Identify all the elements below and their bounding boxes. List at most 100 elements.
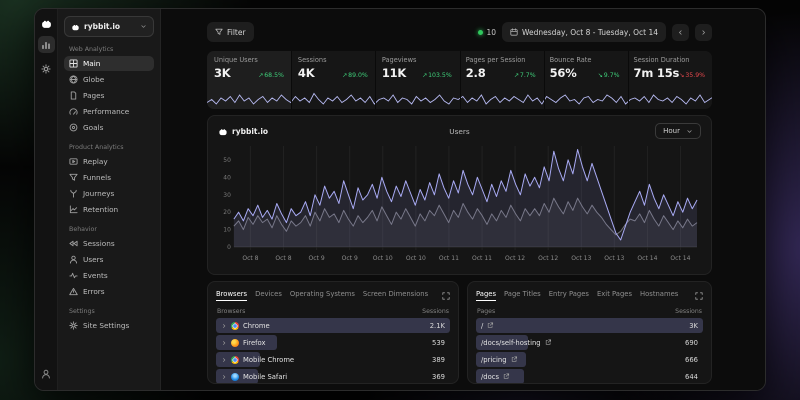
row-value: 3K — [689, 322, 698, 330]
sidebar-item-goals[interactable]: Goals — [64, 120, 154, 135]
tab-pages[interactable]: Pages — [476, 290, 496, 301]
table-row[interactable]: /docs644 — [476, 369, 703, 384]
funnel-icon — [69, 173, 78, 182]
live-count: 10 — [486, 28, 496, 37]
table-row[interactable]: / 3K — [476, 318, 703, 333]
grid-icon — [69, 59, 78, 68]
rail-item-settings[interactable] — [38, 60, 55, 77]
sidebar-item-journeys[interactable]: Journeys — [64, 186, 154, 201]
chevron-right-icon — [700, 29, 707, 36]
row-label: Mobile Chrome — [243, 356, 294, 364]
sidebar-item-label: Pages — [83, 91, 104, 100]
tab-entry-pages[interactable]: Entry Pages — [549, 290, 589, 301]
stat-delta: ↘35.9% — [679, 72, 705, 79]
svg-text:20: 20 — [223, 209, 231, 216]
site-selector[interactable]: rybbit.io — [64, 16, 154, 37]
table-row[interactable]: Firefox539 — [216, 335, 450, 350]
tab-screen-dimensions[interactable]: Screen Dimensions — [363, 290, 428, 301]
sidebar-item-label: Site Settings — [83, 321, 129, 330]
sidebar-item-main[interactable]: Main — [64, 56, 154, 71]
sidebar-item-performance[interactable]: Performance — [64, 104, 154, 119]
stat-label: Session Duration — [634, 56, 705, 64]
user-icon — [41, 369, 51, 379]
sidebar-item-events[interactable]: Events — [64, 268, 154, 283]
sidebar-item-pages[interactable]: Pages — [64, 88, 154, 103]
external-link-icon[interactable] — [503, 373, 510, 380]
stat-divider — [628, 51, 629, 109]
stat-card-pages-per-session[interactable]: Pages per Session2.8↗7.7% — [459, 51, 543, 109]
chevron-right-icon — [221, 323, 227, 329]
pulse-icon — [69, 271, 78, 280]
previous-period-button[interactable] — [672, 24, 689, 41]
chart-metric-title: Users — [218, 127, 701, 136]
tab-browsers[interactable]: Browsers — [216, 290, 247, 301]
stat-card-sessions[interactable]: Sessions4K↗89.0% — [291, 51, 375, 109]
rybbit-logo-icon — [40, 18, 53, 29]
interval-select[interactable]: Hour — [655, 123, 701, 139]
row-label: Chrome — [243, 322, 270, 330]
stat-delta: ↗68.5% — [258, 72, 284, 79]
sidebar-item-site-settings[interactable]: Site Settings — [64, 318, 154, 333]
expand-icon[interactable] — [442, 292, 450, 300]
sidebar-item-funnels[interactable]: Funnels — [64, 170, 154, 185]
sidebar-item-sessions[interactable]: Sessions — [64, 236, 154, 251]
table-row[interactable]: /pricing666 — [476, 352, 703, 367]
table-row[interactable]: /docs/self-hosting690 — [476, 335, 703, 350]
external-link-icon[interactable] — [511, 356, 518, 363]
table-rows: / 3K/docs/self-hosting690/pricing666/docs… — [476, 318, 703, 384]
table-header: BrowsersSessions — [217, 308, 449, 315]
gear-icon — [69, 321, 78, 330]
rail-item-analytics[interactable] — [38, 36, 55, 53]
next-period-button[interactable] — [695, 24, 712, 41]
filter-button[interactable]: Filter — [207, 22, 254, 42]
stat-divider — [375, 51, 376, 109]
table-row[interactable]: Chrome2.1K — [216, 318, 450, 333]
expand-icon[interactable] — [695, 292, 703, 300]
bar-chart-icon — [41, 40, 51, 50]
sidebar-item-label: Retention — [83, 205, 118, 214]
row-label: /docs — [481, 373, 499, 381]
external-link-icon[interactable] — [545, 339, 552, 346]
stat-label: Pages per Session — [466, 56, 536, 64]
live-visitors[interactable]: 10 — [478, 28, 496, 37]
stat-delta: ↗103.5% — [422, 72, 452, 79]
sidebar-item-label: Events — [83, 271, 108, 280]
svg-text:10: 10 — [223, 227, 231, 234]
sidebar-item-retention[interactable]: Retention — [64, 202, 154, 217]
sidebar-item-errors[interactable]: Errors — [64, 284, 154, 299]
row-value: 369 — [432, 373, 445, 381]
live-dot-icon — [478, 30, 483, 35]
svg-text:Oct 13: Oct 13 — [571, 255, 591, 262]
sidebar-section-label: Settings — [69, 308, 154, 315]
row-label: /docs/self-hosting — [481, 339, 541, 347]
chevron-right-icon — [221, 340, 227, 346]
retention-icon — [69, 205, 78, 214]
table-row[interactable]: Mobile Safari369 — [216, 369, 450, 384]
external-link-icon[interactable] — [487, 322, 494, 329]
stat-card-session-duration[interactable]: Session Duration7m 15s↘35.9% — [627, 51, 712, 109]
trend-down-icon: ↘ — [679, 72, 684, 79]
topbar: Filter 10 Wednesday, Oct 8 - Tuesday, Oc… — [207, 21, 712, 43]
stat-card-bounce-rate[interactable]: Bounce Rate56%↘9.7% — [543, 51, 627, 109]
rail-item-account[interactable] — [38, 365, 55, 382]
trend-down-icon: ↘ — [598, 72, 603, 79]
chevron-right-icon — [221, 374, 227, 380]
stat-card-pageviews[interactable]: Pageviews11K↗103.5% — [375, 51, 459, 109]
sidebar-item-users[interactable]: Users — [64, 252, 154, 267]
tab-page-titles[interactable]: Page Titles — [504, 290, 541, 301]
sidebar-section-label: Behavior — [69, 226, 154, 233]
tab-exit-pages[interactable]: Exit Pages — [597, 290, 632, 301]
date-range-button[interactable]: Wednesday, Oct 8 - Tuesday, Oct 14 — [502, 22, 666, 42]
topbar-right: 10 Wednesday, Oct 8 - Tuesday, Oct 14 — [478, 22, 712, 42]
sidebar-item-replay[interactable]: Replay — [64, 154, 154, 169]
tab-operating-systems[interactable]: Operating Systems — [290, 290, 355, 301]
stat-card-unique-users[interactable]: Unique Users3K↗68.5% — [207, 51, 291, 109]
rybbit-logo-icon — [218, 127, 228, 136]
sidebar-item-globe[interactable]: Globe — [64, 72, 154, 87]
tab-hostnames[interactable]: Hostnames — [640, 290, 678, 301]
svg-text:Oct 10: Oct 10 — [373, 255, 393, 262]
row-label: / — [481, 322, 483, 330]
tab-devices[interactable]: Devices — [255, 290, 282, 301]
table-row[interactable]: Mobile Chrome389 — [216, 352, 450, 367]
trend-up-icon: ↗ — [342, 72, 347, 79]
